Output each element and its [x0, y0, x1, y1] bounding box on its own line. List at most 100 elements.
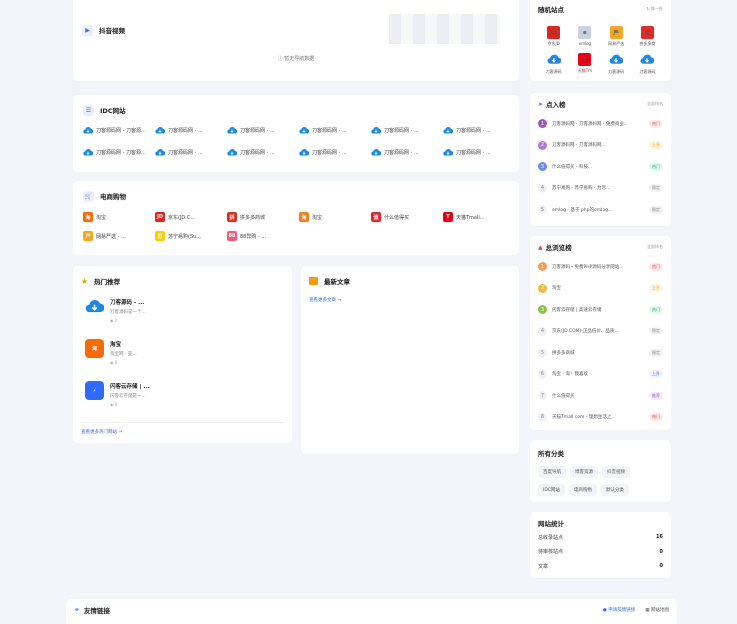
- rank-row[interactable]: 5 emlog - 基于 php的emlog... 稳定: [538, 199, 663, 221]
- cloud-download-icon: [155, 127, 165, 134]
- rank-badge: 热门: [649, 305, 663, 314]
- shop-site-link[interactable]: 淘淘宝: [299, 212, 365, 222]
- hot-item[interactable]: 淘淘宝 淘宝网 - 亚... ◉ 0: [85, 339, 284, 365]
- shop-site-link[interactable]: 拼拼多多商城: [227, 212, 293, 222]
- idc-site-link[interactable]: 刀客源码网 - ...: [155, 126, 221, 135]
- sitemap-link[interactable]: ▦ 网站地图: [645, 607, 669, 613]
- latest-more-link[interactable]: 查看更多文章 →: [309, 298, 341, 303]
- hot-item[interactable]: 刀客源码 - ... 刀客源码是一个... ◉ 0: [85, 297, 284, 323]
- idc-site-link[interactable]: 刀客源码网 - ...: [227, 126, 293, 135]
- eye-icon: ◉: [110, 402, 114, 407]
- hot-item-body: 刀客源码 - ... 刀客源码是一个... ◉ 0: [110, 297, 146, 323]
- cloud-download-icon: [227, 127, 237, 134]
- category-tag[interactable]: 抖音视频: [602, 466, 630, 478]
- rank-title: 拼多多商城: [552, 350, 575, 356]
- cloud-download-icon: [371, 149, 381, 156]
- hot-item[interactable]: ⚡ 闪客云存储 | ... 闪客云存储是一... ◉ 0: [85, 381, 284, 407]
- rank-row[interactable]: 2 刀客源码网 - 刀客源码网... 上升: [538, 135, 663, 157]
- shop-header: 🛒 电商购物: [83, 189, 509, 203]
- footer-card: ⚭ 友情链接 ● 申请友情链接 ▦ 网站地图: [66, 599, 677, 624]
- site-logo-icon: e: [578, 26, 592, 39]
- idc-site-link[interactable]: 刀客源码网 - ...: [371, 126, 437, 135]
- idc-site-link[interactable]: 刀客源码网 - ...: [443, 126, 509, 135]
- idc-site-link[interactable]: 刀客源码网 - 刀客源码...: [83, 148, 149, 157]
- idc-site-link[interactable]: 刀客源码网 - ...: [227, 148, 293, 157]
- random-site-link[interactable]: JD 京东JD: [538, 26, 569, 47]
- random-site-link[interactable]: e emlog: [569, 26, 600, 47]
- stat-label: 待审核站点: [538, 549, 564, 556]
- random-title: 随机站点: [538, 6, 564, 14]
- hot-item-title: 闪客云存储 | ...: [110, 384, 150, 390]
- category-tag[interactable]: 博客资源: [570, 466, 598, 478]
- refresh-icon: ↻: [646, 6, 650, 11]
- hot-item-views: ◉ 0: [110, 360, 118, 365]
- shop-grid: 淘淘宝 JD 京东(JD.C... 拼拼多多商城淘淘宝值什么值得买 T 天猫Tmall..…: [83, 212, 509, 241]
- rank-number: 6: [538, 369, 547, 379]
- idc-site-link[interactable]: 刀客源码网 - ...: [371, 148, 437, 157]
- site-logo-icon: 88: [227, 231, 237, 241]
- rank-row[interactable]: 4 京东(JD.COM)-正品低价、品质... 稳定: [538, 321, 663, 343]
- site-name: 88异购 - ...: [240, 233, 267, 240]
- random-site-link[interactable]: 严网易严选: [601, 26, 632, 47]
- rank-row[interactable]: 6 淘宝 - 淘！我喜欢 上升: [538, 364, 663, 386]
- random-site-link[interactable]: 刀客源码: [601, 53, 632, 75]
- refresh-button[interactable]: ↻ 换一批: [646, 6, 663, 12]
- rank-title: 天猫Tmall.com - 理想生活上...: [552, 415, 616, 421]
- rank-row[interactable]: 2 淘宝 上升: [538, 278, 663, 300]
- idc-site-link[interactable]: 刀客源码网 - ...: [299, 148, 365, 157]
- category-tag[interactable]: 电商购物: [568, 484, 597, 496]
- site-logo-icon: ⚡: [85, 381, 104, 400]
- random-site-link[interactable]: 拼拼多多商: [632, 26, 663, 47]
- site-logo-icon: JD: [155, 212, 165, 222]
- clicks-more-link[interactable]: 全部排名: [647, 101, 663, 107]
- apply-link-button[interactable]: ● 申请友情链接: [603, 607, 635, 613]
- hot-item-desc: 淘宝网 - 亚...: [110, 352, 137, 357]
- total-more-link[interactable]: 全部排名: [647, 244, 663, 250]
- rank-row[interactable]: 1 刀客源码 - 免费PHP源码分享网站... 热门: [538, 256, 663, 278]
- site-name: 刀客源码网 - ...: [384, 150, 419, 156]
- category-tag[interactable]: 百度导航: [538, 466, 566, 478]
- star-icon: ★: [81, 276, 89, 286]
- hot-more-link[interactable]: 查看更多热门网站 →: [81, 429, 122, 435]
- rank-badge: 稳定: [649, 184, 663, 193]
- rank-row[interactable]: 4 苏宁易购 - 苏宁易购 - 为您... 稳定: [538, 178, 663, 200]
- rank-row[interactable]: 5 拼多多商城 稳定: [538, 342, 663, 364]
- clicks-card: ➤ 点入榜 全部排名 1 刀客源码网 - 刀客源码网 - 免费商业... 热门 2 刀客…: [530, 93, 671, 226]
- random-site-link[interactable]: 刀客源码: [538, 53, 569, 75]
- category-tag[interactable]: 默认分类: [600, 484, 629, 496]
- site-name: 刀客源码网 - ...: [240, 128, 275, 134]
- shop-site-link[interactable]: JD 京东(JD.C...: [155, 212, 221, 222]
- shop-site-link[interactable]: 苏苏宁易购(Su...: [155, 231, 221, 241]
- clicks-header: ➤ 点入榜 全部排名: [538, 99, 663, 110]
- shop-site-link[interactable]: 88 88异购 - ...: [227, 231, 293, 241]
- cart-icon: 🛒: [83, 190, 94, 202]
- shop-site-link[interactable]: T 天猫Tmall...: [443, 212, 509, 222]
- rank-number: 1: [538, 262, 547, 272]
- category-tag[interactable]: IDC网站: [538, 484, 565, 496]
- stat-row: 文章 0: [538, 559, 663, 574]
- rank-row[interactable]: 3 闪客云存储 | 高速云存储 热门: [538, 299, 663, 321]
- idc-site-link[interactable]: 刀客源码网 - ...: [155, 148, 221, 157]
- info-icon: ⓘ: [277, 56, 283, 62]
- idc-site-link[interactable]: 刀客源码网 - ...: [443, 148, 509, 157]
- shop-site-link[interactable]: 严网易严选 - ...: [83, 231, 149, 241]
- rank-row[interactable]: 7 什么值得买 推荐: [538, 385, 663, 407]
- shop-site-link[interactable]: 淘淘宝: [83, 212, 149, 222]
- site-logo-icon: 严: [83, 231, 93, 241]
- site-name: 刀客源码网 - ...: [456, 150, 491, 156]
- cloud-download-icon: [83, 149, 93, 156]
- shop-site-link[interactable]: 值什么值得买: [371, 212, 437, 222]
- cloud-download-icon: [640, 54, 655, 64]
- rank-number: 4: [538, 183, 547, 193]
- rank-title: 苏宁易购 - 苏宁易购 - 为您...: [552, 186, 611, 192]
- random-site-link[interactable]: 刀客源码: [632, 53, 663, 75]
- site-name: 天猫Tmall...: [456, 214, 485, 221]
- site-name: 刀客源码网 - ...: [168, 150, 203, 156]
- rank-row[interactable]: 3 什么值得买 - 科技... 热门: [538, 156, 663, 178]
- idc-site-link[interactable]: 刀客源码网 - 刀客源码...: [83, 126, 149, 135]
- random-site-link[interactable]: T 天猫Tm: [569, 53, 600, 75]
- rank-row[interactable]: 1 刀客源码网 - 刀客源码网 - 免费商业... 热门: [538, 113, 663, 135]
- rank-number: 1: [538, 119, 547, 129]
- idc-site-link[interactable]: 刀客源码网 - ...: [299, 126, 365, 135]
- rank-row[interactable]: 8 天猫Tmall.com - 理想生活上... 热门: [538, 407, 663, 429]
